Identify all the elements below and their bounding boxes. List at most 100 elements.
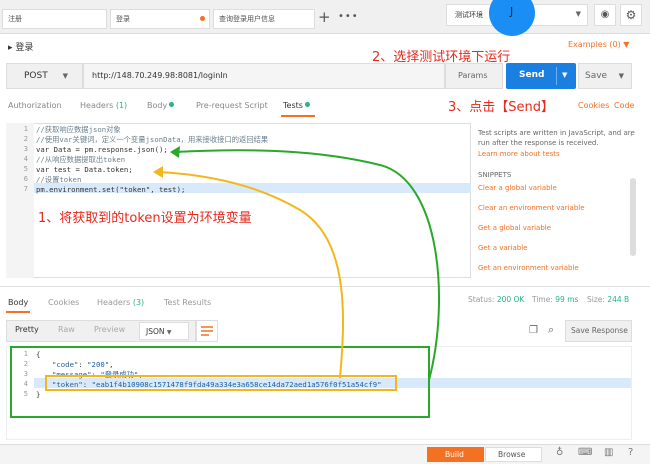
unsaved-dot-icon: [200, 16, 205, 21]
tab-register[interactable]: 注册: [2, 9, 107, 29]
save-label: Save: [585, 71, 608, 81]
code-line: var Data = pm.response.json();: [36, 145, 168, 154]
snippets-heading: SNIPPETS: [478, 171, 512, 179]
code-line: var test = Data.token;: [36, 165, 133, 174]
save-response-button[interactable]: Save Response: [565, 320, 632, 342]
tests-description: Test scripts are written in JavaScript, …: [478, 129, 635, 137]
learn-more-link[interactable]: Learn more about tests: [478, 150, 560, 158]
examples-dropdown[interactable]: Examples (0) ▼: [568, 40, 629, 49]
code-line: //获取响应数据json对象: [36, 125, 121, 134]
line-number: 3: [23, 145, 28, 153]
copy-icon[interactable]: ❐: [529, 325, 538, 336]
code-line: pm.environment.set("token", test);: [36, 185, 186, 194]
response-tab-cookies[interactable]: Cookies: [48, 298, 79, 307]
url-value: http://148.70.249.98:8081/loginIn: [92, 71, 228, 80]
tests-description: run after the response is received.: [478, 139, 599, 147]
line-number: 2: [23, 360, 28, 368]
format-select[interactable]: JSON ▼: [139, 322, 189, 340]
snippet-item[interactable]: Get an environment variable: [478, 264, 579, 272]
tab-body[interactable]: Body: [147, 101, 175, 110]
eye-icon[interactable]: ◉: [594, 4, 616, 26]
line-number: 1: [23, 350, 28, 358]
raw-button[interactable]: Raw: [58, 325, 75, 334]
line-number: 7: [23, 185, 28, 193]
json-line: "code": "200",: [52, 360, 114, 369]
json-line: {: [36, 350, 41, 359]
json-line: "message": "登录成功",: [52, 370, 143, 379]
tab-label: 登录: [116, 15, 130, 23]
line-number: 3: [23, 370, 28, 378]
snippet-item[interactable]: Get a global variable: [478, 224, 551, 232]
params-button[interactable]: Params: [445, 63, 503, 89]
response-tab-body[interactable]: Body: [8, 298, 28, 307]
response-status: Status: 200 OK: [468, 295, 525, 304]
tab-label: 注册: [8, 15, 22, 23]
tab-query-user-info[interactable]: 查询登录用户信息: [213, 9, 315, 29]
line-number: 4: [23, 380, 28, 388]
search-icon[interactable]: ⌕: [548, 323, 554, 337]
wrap-lines-glyph: [201, 326, 213, 336]
snippet-item[interactable]: Clear a global variable: [478, 184, 557, 192]
active-tab-indicator: [281, 115, 315, 117]
pretty-button[interactable]: Pretty: [15, 325, 39, 334]
wrap-lines-icon[interactable]: [196, 320, 218, 342]
snippets-scrollbar[interactable]: [630, 178, 636, 256]
line-number: 5: [23, 390, 28, 398]
chevron-down-icon: ▼: [62, 72, 68, 80]
tab-pre-request-script[interactable]: Pre-request Script: [196, 101, 268, 110]
line-number: 1: [23, 125, 28, 133]
annotation-step1: 1、将获取到的token设置为环境变量: [38, 211, 252, 226]
help-icon[interactable]: ?: [628, 447, 633, 458]
more-icon[interactable]: •••: [338, 11, 359, 22]
request-title[interactable]: ▸ 登录: [8, 40, 33, 53]
chevron-down-icon: ▼: [166, 329, 172, 336]
avatar-label: J: [510, 5, 514, 18]
json-line: }: [36, 390, 41, 399]
status-bar: [0, 444, 650, 464]
annotation-step3: 3、点击【Send】: [448, 100, 555, 115]
tab-authorization[interactable]: Authorization: [8, 101, 62, 110]
send-button[interactable]: Send ▼: [506, 63, 576, 89]
code-link[interactable]: Code: [614, 101, 634, 110]
gear-icon[interactable]: ⚙: [620, 4, 642, 26]
method-select[interactable]: POST ▼: [6, 63, 83, 89]
url-input[interactable]: http://148.70.249.98:8081/loginIn: [83, 63, 445, 89]
code-line: //从响应数据提取出token: [36, 155, 126, 164]
environment-selected: 测试环境: [455, 11, 483, 19]
code-line: //设置token: [36, 175, 82, 184]
preview-button[interactable]: Preview: [94, 325, 125, 334]
build-button[interactable]: Build: [427, 447, 484, 462]
active-tab-indicator: [6, 311, 30, 313]
chevron-down-icon[interactable]: ▼: [619, 72, 624, 80]
collapse-panel-icon[interactable]: ›: [630, 131, 633, 139]
snippet-item[interactable]: Clear an environment variable: [478, 204, 585, 212]
response-time: Time: 99 ms: [532, 295, 579, 304]
bulb-icon[interactable]: ♁: [556, 447, 563, 458]
method-label: POST: [24, 71, 48, 81]
chevron-down-icon: ▼: [575, 10, 581, 18]
cookies-link[interactable]: Cookies: [578, 101, 609, 110]
code-line: //使用var关键词，定义一个变量jsonData，用来接收接口的返回结果: [36, 135, 269, 144]
tab-headers[interactable]: Headers (1): [80, 101, 127, 110]
json-line: "token": "eab1f4b10908c1571478f9fda49a33…: [52, 380, 382, 389]
response-tab-headers[interactable]: Headers (3): [97, 298, 144, 307]
indicator-dot-icon: [169, 102, 175, 107]
response-tab-test-results[interactable]: Test Results: [164, 298, 211, 307]
line-number: 5: [23, 165, 28, 173]
indicator-dot-icon: [304, 102, 310, 107]
tab-login[interactable]: 登录: [110, 9, 210, 29]
send-label: Send: [519, 70, 545, 80]
response-size: Size: 244 B: [587, 295, 630, 304]
plus-icon[interactable]: +: [318, 10, 331, 25]
line-number: 2: [23, 135, 28, 143]
save-button[interactable]: Save ▼: [578, 63, 632, 89]
line-number: 4: [23, 155, 28, 163]
chevron-down-icon[interactable]: ▼: [562, 71, 567, 79]
tab-tests[interactable]: Tests: [283, 101, 310, 110]
divider: [556, 67, 557, 85]
tab-label: 查询登录用户信息: [219, 15, 275, 23]
browse-button[interactable]: Browse: [485, 447, 542, 462]
layout-icon[interactable]: ▥: [604, 447, 613, 458]
keyboard-icon[interactable]: ⌨: [578, 447, 592, 458]
snippet-item[interactable]: Get a variable: [478, 244, 527, 252]
